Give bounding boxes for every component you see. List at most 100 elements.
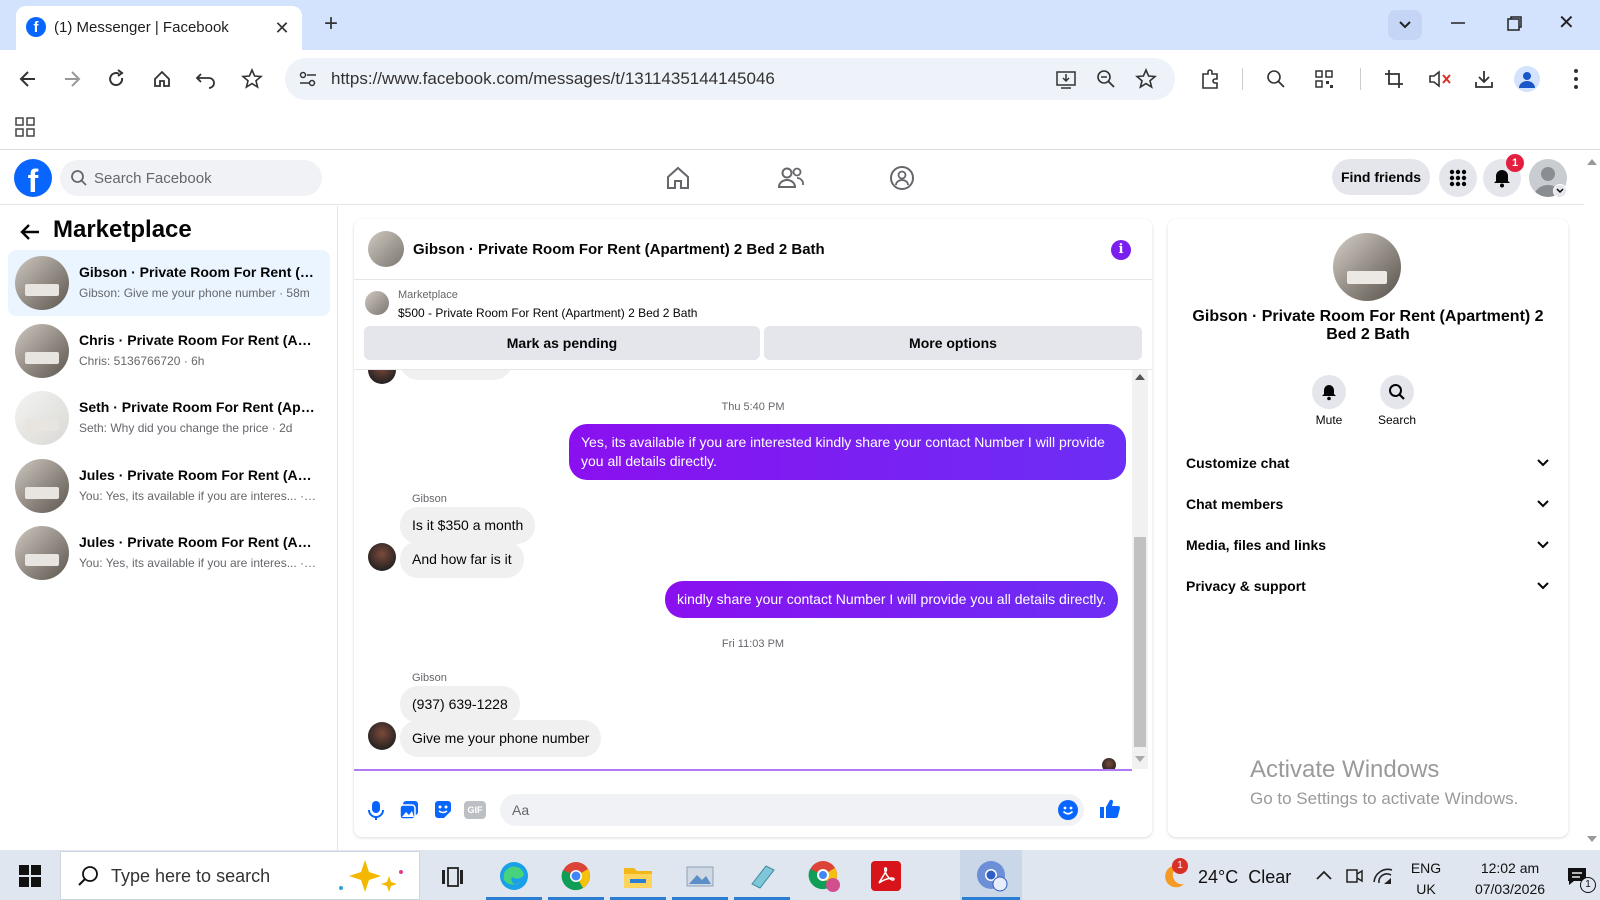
url-text[interactable]: https://www.facebook.com/messages/t/1311… xyxy=(331,69,775,89)
apps-grid-icon[interactable] xyxy=(14,116,36,138)
message-thread[interactable]: Thu 5:40 PM Yes, its available if you ar… xyxy=(354,370,1152,769)
conversation-item[interactable]: Jules · Private Room For Rent (Apartment… xyxy=(8,453,330,519)
conversation-title: Seth · Private Room For Rent (Apartment)… xyxy=(79,399,319,415)
language-indicator[interactable]: ENG UK xyxy=(1406,858,1446,900)
like-thumb-icon[interactable] xyxy=(1098,797,1122,821)
zoom-icon[interactable] xyxy=(1095,68,1117,90)
media-files-links-section[interactable]: Media, files and links xyxy=(1180,525,1556,565)
task-view-icon[interactable] xyxy=(440,866,464,888)
conversation-preview: Gibson: Give me your phone number · 58m xyxy=(79,286,310,300)
chrome-taskbar-icon[interactable] xyxy=(556,856,596,896)
find-friends-button[interactable]: Find friends xyxy=(1332,159,1430,195)
clock[interactable]: 12:02 am 07/03/2026 xyxy=(1460,858,1560,900)
conversation-details-pane: Gibson · Private Room For Rent (Apartmen… xyxy=(1168,219,1568,837)
toolbar-search-icon[interactable] xyxy=(1260,63,1292,95)
scroll-up-arrow-icon[interactable] xyxy=(1135,374,1145,380)
back-icon[interactable] xyxy=(12,63,44,95)
details-avatar[interactable] xyxy=(1333,233,1401,301)
chrome-profile-taskbar-icon[interactable] xyxy=(804,856,844,896)
tab-close-icon[interactable]: ✕ xyxy=(270,16,294,40)
nav-groups-icon[interactable] xyxy=(888,164,916,192)
search-in-conversation-button[interactable] xyxy=(1380,375,1414,409)
start-windows-icon[interactable] xyxy=(18,864,42,888)
reload-icon[interactable] xyxy=(100,63,132,95)
conversation-item[interactable]: Chris · Private Room For Rent (Apartment… xyxy=(8,318,330,384)
menu-grid-icon[interactable] xyxy=(1439,159,1477,197)
tab-search-chevron-icon[interactable] xyxy=(1388,10,1422,40)
scrollbar-thumb[interactable] xyxy=(1134,537,1146,747)
chat-header-title[interactable]: Gibson · Private Room For Rent (Apartmen… xyxy=(413,241,825,258)
nav-friends-icon[interactable] xyxy=(776,164,806,192)
site-settings-icon[interactable] xyxy=(297,68,319,90)
address-bar[interactable]: https://www.facebook.com/messages/t/1311… xyxy=(285,58,1175,100)
back-arrow-icon[interactable] xyxy=(18,220,42,244)
message-input[interactable]: Aa xyxy=(500,794,1084,826)
chat-members-section[interactable]: Chat members xyxy=(1180,484,1556,524)
sender-avatar[interactable] xyxy=(368,543,396,571)
page-scrollbar[interactable] xyxy=(1584,151,1600,850)
privacy-support-section[interactable]: Privacy & support xyxy=(1180,566,1556,606)
listing-thumbnail[interactable] xyxy=(365,291,389,315)
facebook-search-input[interactable]: Search Facebook xyxy=(60,160,322,196)
notes-taskbar-icon[interactable] xyxy=(742,856,782,896)
voice-clip-icon[interactable] xyxy=(366,799,386,821)
message-bubble-outgoing[interactable]: kindly share your contact Number I will … xyxy=(665,581,1119,618)
page-scroll-up-icon[interactable] xyxy=(1587,159,1597,165)
restore-window-icon[interactable] xyxy=(1504,14,1524,34)
browser-tab[interactable]: f (1) Messenger | Facebook ✕ xyxy=(16,6,302,50)
file-explorer-taskbar-icon[interactable] xyxy=(618,856,658,896)
forward-icon[interactable] xyxy=(56,63,88,95)
tray-chevron-up-icon[interactable] xyxy=(1314,866,1334,884)
message-bubble-incoming[interactable]: (937) 639-1228 xyxy=(400,686,520,723)
crop-icon[interactable] xyxy=(1378,63,1410,95)
message-bubble-outgoing[interactable]: Yes, its available if you are interested… xyxy=(569,424,1126,480)
attach-media-icon[interactable] xyxy=(398,799,420,821)
facebook-logo-icon[interactable]: f xyxy=(14,159,52,197)
message-bubble-incoming[interactable]: Give me your phone number xyxy=(400,720,602,757)
chrome-active-taskbar-icon[interactable] xyxy=(972,856,1012,896)
install-app-icon[interactable] xyxy=(1055,68,1077,90)
message-bubble-incoming[interactable]: Is it $350 a month xyxy=(400,507,536,544)
muted-audio-icon[interactable] xyxy=(1424,63,1456,95)
undo-icon[interactable] xyxy=(190,63,222,95)
minimize-window-icon[interactable] xyxy=(1448,12,1468,32)
conversation-info-icon[interactable]: i xyxy=(1111,240,1131,260)
mark-as-pending-button[interactable]: Mark as pending xyxy=(364,326,760,360)
sender-avatar[interactable] xyxy=(368,722,396,750)
conversation-item[interactable]: Jules · Private Room For Rent (Apartment… xyxy=(8,520,330,586)
emoji-icon[interactable] xyxy=(1058,800,1078,820)
scroll-down-arrow-icon[interactable] xyxy=(1135,756,1145,762)
browser-menu-icon[interactable] xyxy=(1568,66,1584,92)
close-window-icon[interactable]: ✕ xyxy=(1558,12,1580,34)
qr-code-icon[interactable] xyxy=(1308,63,1340,95)
weather-text[interactable]: 24°C Clear xyxy=(1198,867,1291,888)
conversation-item[interactable]: Seth · Private Room For Rent (Apartment)… xyxy=(8,385,330,451)
edge-taskbar-icon[interactable] xyxy=(494,856,534,896)
sticker-icon[interactable] xyxy=(432,799,454,821)
mute-button[interactable] xyxy=(1312,375,1346,409)
listing-text[interactable]: $500 - Private Room For Rent (Apartment)… xyxy=(398,306,697,320)
new-tab-icon[interactable]: + xyxy=(318,12,344,38)
message-bubble-incoming[interactable]: And how far is it xyxy=(400,541,524,578)
bookmark-star-icon[interactable] xyxy=(1135,68,1157,90)
wifi-icon[interactable] xyxy=(1372,866,1394,886)
customize-chat-section[interactable]: Customize chat xyxy=(1180,443,1556,483)
gif-icon[interactable]: GIF xyxy=(464,801,486,819)
profile-avatar-icon[interactable] xyxy=(1514,66,1540,92)
taskbar-search-box[interactable]: Type here to search xyxy=(60,851,420,900)
favorites-star-icon[interactable] xyxy=(236,63,268,95)
more-options-button[interactable]: More options xyxy=(764,326,1142,360)
chat-header-avatar[interactable] xyxy=(368,231,404,267)
acrobat-taskbar-icon[interactable] xyxy=(866,856,906,896)
extensions-icon[interactable] xyxy=(1194,63,1226,95)
photos-taskbar-icon[interactable] xyxy=(680,856,720,896)
page-scroll-down-icon[interactable] xyxy=(1587,836,1597,842)
nav-home-icon[interactable] xyxy=(664,164,692,192)
meet-now-icon[interactable] xyxy=(1344,866,1364,886)
downloads-icon[interactable] xyxy=(1468,63,1500,95)
conversation-item[interactable]: Gibson · Private Room For Rent (Apartmen… xyxy=(8,250,330,316)
message-input-placeholder: Aa xyxy=(512,802,530,818)
home-icon[interactable] xyxy=(146,63,178,95)
account-chevron-icon[interactable] xyxy=(1553,184,1567,198)
thread-scrollbar[interactable] xyxy=(1132,370,1148,769)
